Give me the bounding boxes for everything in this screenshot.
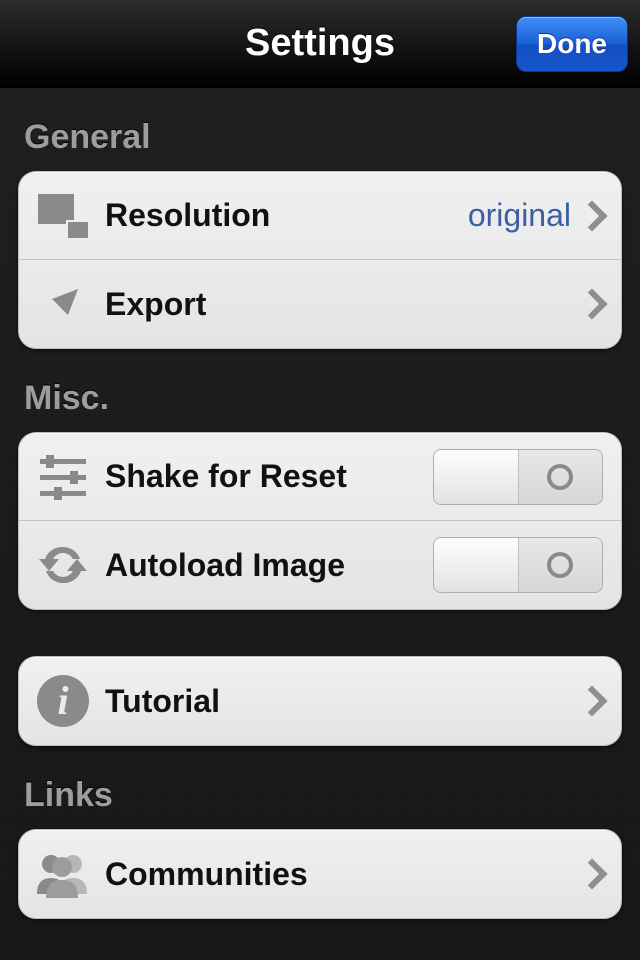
communities-icon: [31, 850, 95, 898]
content: General Resolution original Export Misc.: [0, 118, 640, 919]
chevron-right-icon: [576, 288, 607, 319]
row-label: Export: [105, 286, 581, 323]
toggle-off-side: [434, 538, 518, 592]
row-label: Shake for Reset: [105, 458, 433, 495]
section-header-links: Links: [24, 776, 622, 815]
row-tutorial[interactable]: i Tutorial: [19, 657, 621, 745]
section-header-misc: Misc.: [24, 379, 622, 418]
export-icon: [31, 279, 95, 329]
info-icon: i: [31, 675, 95, 727]
group-misc: Shake for Reset Autoload Image: [18, 432, 622, 610]
row-communities[interactable]: Communities: [19, 830, 621, 918]
resolution-icon: [31, 194, 95, 238]
toggle-knob: [518, 538, 603, 592]
row-resolution[interactable]: Resolution original: [19, 172, 621, 260]
row-label: Tutorial: [105, 683, 581, 720]
row-shake-reset: Shake for Reset: [19, 433, 621, 521]
refresh-icon: [31, 539, 95, 591]
navbar: Settings Done: [0, 0, 640, 88]
row-export[interactable]: Export: [19, 260, 621, 348]
group-general: Resolution original Export: [18, 171, 622, 349]
row-label: Autoload Image: [105, 547, 433, 584]
sliders-icon: [31, 453, 95, 501]
row-autoload-image: Autoload Image: [19, 521, 621, 609]
chevron-right-icon: [576, 858, 607, 889]
row-label: Communities: [105, 856, 581, 893]
row-value: original: [468, 197, 571, 234]
page-title: Settings: [245, 22, 395, 65]
done-button[interactable]: Done: [516, 16, 628, 72]
group-tutorial: i Tutorial: [18, 656, 622, 746]
section-header-general: General: [24, 118, 622, 157]
group-links: Communities: [18, 829, 622, 919]
chevron-right-icon: [576, 200, 607, 231]
chevron-right-icon: [576, 685, 607, 716]
row-label: Resolution: [105, 197, 468, 234]
toggle-autoload-image[interactable]: [433, 537, 603, 593]
toggle-shake-reset[interactable]: [433, 449, 603, 505]
toggle-knob: [518, 450, 603, 504]
toggle-off-side: [434, 450, 518, 504]
